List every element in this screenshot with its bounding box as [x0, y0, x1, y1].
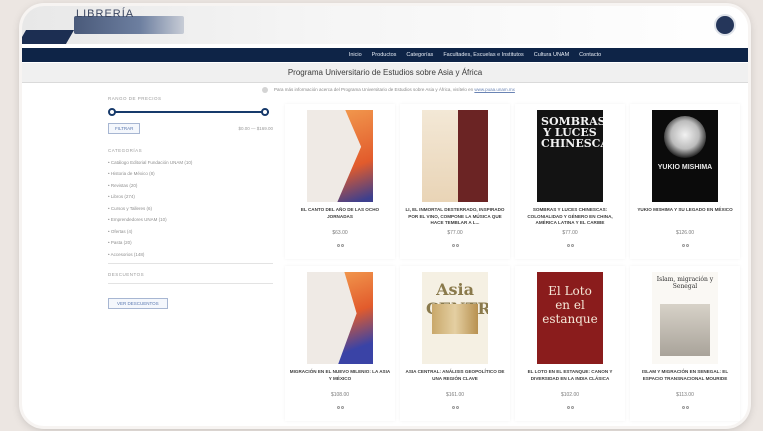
- info-icon: [262, 87, 268, 93]
- page-title: Programa Universitario de Estudios sobre…: [22, 63, 748, 83]
- category-item[interactable]: • Catálogo Editorial Fundación UNAM (10): [108, 160, 273, 165]
- view-icon[interactable]: [335, 406, 345, 411]
- book-cover[interactable]: [307, 272, 373, 364]
- product-card[interactable]: EL CANTO DEL AÑO DE LAS OCHO JORNADAS $6…: [285, 104, 395, 259]
- price-slider-max-handle[interactable]: [261, 108, 269, 116]
- view-discounts-button[interactable]: VER DESCUENTOS: [108, 298, 168, 309]
- product-title[interactable]: MIGRACIÓN EN EL NUEVO MILENIO: LA ASIA Y…: [289, 369, 391, 382]
- price-heading: RANGO DE PRECIOS: [108, 96, 162, 101]
- nav-item-cultura[interactable]: Cultura UNAM: [534, 52, 569, 58]
- nav-item-categorias[interactable]: Categorías: [406, 52, 433, 58]
- view-icon[interactable]: [680, 406, 690, 411]
- sidebar-divider: [108, 283, 273, 284]
- price-slider-track: [112, 111, 269, 113]
- info-notice-link[interactable]: www.puaa.unam.mx: [474, 87, 515, 92]
- globe-icon[interactable]: [714, 14, 736, 36]
- main-nav: Inicio Productos Categorías Facultades, …: [22, 48, 748, 62]
- site-banner: LIBRERÍA: [22, 6, 748, 44]
- book-cover[interactable]: El Loto en el estanque: [537, 272, 603, 364]
- cover-title: El Loto en el estanque: [542, 284, 598, 326]
- sidebar-divider: [108, 263, 273, 264]
- product-price: $77.00: [447, 230, 463, 236]
- view-icon[interactable]: [335, 244, 345, 249]
- product-title[interactable]: LI, EL INMORTAL DESTERRADO, INSPIRADO PO…: [404, 207, 506, 227]
- nav-item-facultades[interactable]: Facultades, Escuelas e Institutos: [443, 52, 523, 58]
- view-icon[interactable]: [565, 406, 575, 411]
- category-item[interactable]: • Ofertas (4): [108, 229, 273, 234]
- info-notice-text: Para más información acerca del Programa…: [274, 87, 474, 92]
- product-title[interactable]: YUKIO MISHIMA Y SU LEGADO EN MÉXICO: [634, 207, 736, 214]
- product-title[interactable]: ASIA CENTRAL: ANÁLISIS GEOPOLÍTICO DE UN…: [404, 369, 506, 382]
- product-card[interactable]: LI, EL INMORTAL DESTERRADO, INSPIRADO PO…: [400, 104, 510, 259]
- view-icon[interactable]: [565, 244, 575, 249]
- product-card[interactable]: SOMBRAS Y LUCES CHINESCAS SOMBRAS Y LUCE…: [515, 104, 625, 259]
- product-title[interactable]: EL LOTO EN EL ESTANQUE: CANON Y DIVERSID…: [519, 369, 621, 382]
- view-icon[interactable]: [680, 244, 690, 249]
- cover-title: Islam, migración y Senegal: [656, 276, 714, 290]
- nav-item-contacto[interactable]: Contacto: [579, 52, 601, 58]
- book-cover[interactable]: [307, 110, 373, 202]
- info-notice: Para más información acerca del Programa…: [262, 84, 732, 96]
- product-price: $108.00: [330, 392, 350, 398]
- discounts-heading: DESCUENTOS: [108, 272, 145, 277]
- price-slider[interactable]: [108, 107, 273, 117]
- category-item[interactable]: • Revistas (20): [108, 183, 273, 188]
- nav-item-inicio[interactable]: Inicio: [349, 52, 362, 58]
- category-item[interactable]: • Historia de México (8): [108, 171, 273, 176]
- filter-button[interactable]: FILTRAR: [108, 123, 141, 134]
- price-range-label: $0.00 — $169.00: [238, 126, 273, 131]
- category-item[interactable]: • Emprendedores UNAM (10): [108, 217, 273, 222]
- product-card[interactable]: Islam, migración y Senegal ISLAM Y MIGRA…: [630, 266, 740, 421]
- product-card[interactable]: YUKIO MISHIMA YUKIO MISHIMA Y SU LEGADO …: [630, 104, 740, 259]
- book-cover[interactable]: [422, 110, 488, 202]
- category-item[interactable]: • Accesorios (148): [108, 252, 273, 257]
- product-price: $113.00: [676, 392, 694, 398]
- categories-heading: CATEGORÍAS: [108, 148, 143, 153]
- sidebar: RANGO DE PRECIOS FILTRAR $0.00 — $169.00…: [108, 96, 273, 416]
- product-card[interactable]: El Loto en el estanque EL LOTO EN EL EST…: [515, 266, 625, 421]
- category-item[interactable]: • Libros (274): [108, 194, 273, 199]
- banner-stripe: [22, 30, 75, 44]
- book-cover[interactable]: SOMBRAS Y LUCES CHINESCAS: [537, 110, 603, 202]
- cover-portrait: [664, 116, 706, 158]
- product-price: $63.00: [332, 230, 348, 236]
- category-list: • Catálogo Editorial Fundación UNAM (10)…: [108, 160, 273, 257]
- view-icon[interactable]: [450, 244, 460, 249]
- product-price: $161.00: [445, 392, 465, 398]
- cover-illustration: [432, 304, 478, 334]
- book-cover[interactable]: YUKIO MISHIMA: [652, 110, 718, 202]
- cover-illustration: [660, 304, 710, 356]
- book-cover[interactable]: Islam, migración y Senegal: [652, 272, 718, 364]
- product-price: $126.00: [675, 230, 695, 236]
- product-price: $102.00: [560, 392, 580, 398]
- category-item[interactable]: • Pasta (20): [108, 240, 273, 245]
- nav-item-productos[interactable]: Productos: [372, 52, 397, 58]
- product-grid: EL CANTO DEL AÑO DE LAS OCHO JORNADAS $6…: [285, 104, 740, 421]
- price-slider-min-handle[interactable]: [108, 108, 116, 116]
- product-price: $77.00: [562, 230, 578, 236]
- product-card[interactable]: MIGRACIÓN EN EL NUEVO MILENIO: LA ASIA Y…: [285, 266, 395, 421]
- category-item[interactable]: • Cursos y Talleres (6): [108, 206, 273, 211]
- cover-title: SOMBRAS Y LUCES CHINESCAS: [541, 115, 603, 150]
- cover-title: YUKIO MISHIMA: [657, 164, 713, 171]
- book-cover[interactable]: Asia CENTRAL: [422, 272, 488, 364]
- product-title[interactable]: SOMBRAS Y LUCES CHINESCAS: COLONIALIDAD …: [519, 207, 621, 227]
- product-title[interactable]: EL CANTO DEL AÑO DE LAS OCHO JORNADAS: [289, 207, 391, 220]
- view-icon[interactable]: [450, 406, 460, 411]
- product-card[interactable]: Asia CENTRAL ASIA CENTRAL: ANÁLISIS GEOP…: [400, 266, 510, 421]
- site-logo-text: LIBRERÍA: [76, 8, 135, 20]
- product-title[interactable]: ISLAM Y MIGRACIÓN EN SENEGAL: EL ESPACIO…: [634, 369, 736, 382]
